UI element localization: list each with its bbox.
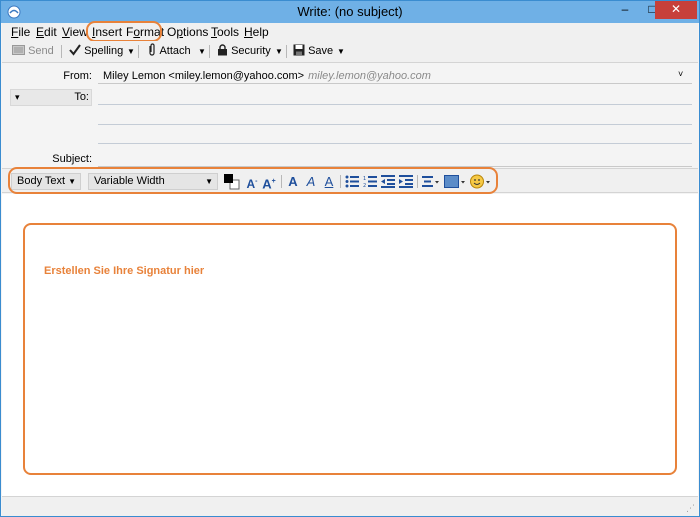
send-icon — [12, 45, 25, 55]
message-body[interactable]: Erstellen Sie Ihre Signatur hier — [2, 194, 698, 496]
spelling-dropdown[interactable]: ▼ — [126, 43, 136, 60]
subject-label: Subject: — [52, 153, 92, 165]
window-title: Write: (no subject) — [297, 4, 403, 19]
font-value: Variable Width — [94, 175, 165, 187]
bullet-list-icon[interactable] — [345, 175, 359, 188]
recipient-field-3[interactable] — [98, 143, 692, 144]
checkmark-icon — [69, 44, 81, 56]
status-bar: ⋰ — [2, 496, 698, 516]
menu-edit[interactable]: Edit — [36, 25, 57, 39]
resize-grip-icon[interactable]: ⋰ — [686, 503, 695, 514]
paperclip-icon — [149, 43, 155, 56]
close-button[interactable]: ✕ — [655, 1, 697, 19]
insert-image-icon[interactable] — [444, 175, 466, 188]
menu-help[interactable]: Help — [244, 25, 269, 39]
security-label: Security — [231, 45, 271, 57]
save-dropdown[interactable]: ▼ — [336, 43, 346, 60]
svg-text:1: 1 — [363, 176, 366, 182]
smiley-icon[interactable] — [470, 174, 492, 189]
from-divider — [98, 83, 692, 84]
chevron-down-icon: ▼ — [205, 177, 213, 186]
attach-dropdown[interactable]: ▼ — [197, 43, 207, 60]
title-bar: Write: (no subject) – □ ✕ — [1, 1, 699, 23]
signature-placeholder: Erstellen Sie Ihre Signatur hier — [44, 265, 205, 277]
save-button[interactable]: Save — [293, 43, 333, 60]
font-bigger-icon[interactable]: A+ — [261, 174, 277, 191]
signature-highlight-box: Erstellen Sie Ihre Signatur hier — [23, 223, 677, 475]
format-divider — [340, 175, 341, 188]
recipient-field-1[interactable] — [98, 104, 692, 105]
underline-icon[interactable]: A — [322, 174, 336, 189]
from-identity-hint: miley.lemon@yahoo.com — [308, 70, 431, 82]
align-icon[interactable] — [422, 175, 440, 188]
numbered-list-icon[interactable]: 1 2 — [363, 175, 377, 188]
recipient-field-2[interactable] — [98, 124, 692, 125]
spelling-label: Spelling — [84, 45, 124, 57]
recipient-type-label: To: — [74, 91, 89, 103]
security-dropdown[interactable]: ▼ — [274, 43, 284, 60]
svg-text:2: 2 — [363, 183, 366, 188]
toolbar-divider — [61, 45, 62, 58]
from-label: From: — [63, 70, 92, 82]
format-toolbar: Body Text ▼ Variable Width ▼ A- A+ A A A… — [2, 168, 698, 193]
paragraph-format-select[interactable]: Body Text ▼ — [11, 173, 81, 190]
chevron-down-icon[interactable]: ˅ — [678, 69, 683, 79]
chevron-down-icon: ▾ — [15, 92, 20, 102]
menu-view[interactable]: View — [62, 25, 88, 39]
send-label: Send — [28, 45, 54, 57]
menu-options[interactable]: Options — [167, 25, 208, 39]
chevron-down-icon: ▼ — [68, 177, 76, 186]
address-header: From: Miley Lemon <miley.lemon@yahoo.com… — [2, 62, 698, 168]
toolbar-divider — [209, 45, 210, 58]
outdent-icon[interactable] — [381, 175, 395, 188]
floppy-disk-icon — [293, 44, 305, 56]
indent-icon[interactable] — [399, 175, 413, 188]
toolbar-divider — [138, 45, 139, 58]
lock-icon — [218, 44, 227, 56]
paragraph-format-value: Body Text — [17, 175, 66, 187]
spelling-button[interactable]: Spelling — [69, 43, 123, 60]
bold-icon[interactable]: A — [286, 174, 300, 189]
attach-label: Attach — [159, 45, 191, 57]
compose-window: Write: (no subject) – □ ✕ File Edit View… — [0, 0, 700, 517]
menu-format[interactable]: Format — [126, 25, 164, 39]
format-divider — [417, 175, 418, 188]
save-label: Save — [308, 45, 334, 57]
menu-file[interactable]: File — [11, 25, 30, 39]
text-color-picker[interactable] — [223, 173, 240, 190]
menu-bar: File Edit View Insert Format Options Too… — [2, 23, 698, 41]
font-smaller-icon[interactable]: A- — [245, 174, 259, 191]
recipient-type-select[interactable]: ▾ To: — [10, 89, 92, 106]
compose-toolbar: Send Spelling ▼ Attach ▼ Security ▼ Save… — [2, 41, 698, 62]
toolbar-divider — [286, 45, 287, 58]
italic-icon[interactable]: A — [304, 174, 318, 189]
font-select[interactable]: Variable Width ▼ — [88, 173, 218, 190]
from-select[interactable]: Miley Lemon <miley.lemon@yahoo.com> miley… — [103, 70, 431, 82]
from-address: Miley Lemon <miley.lemon@yahoo.com> — [103, 70, 305, 82]
menu-insert[interactable]: Insert — [92, 25, 122, 39]
attach-button[interactable]: Attach — [147, 43, 191, 60]
minimize-button[interactable]: – — [611, 1, 639, 19]
security-button[interactable]: Security — [217, 43, 271, 60]
send-button[interactable]: Send — [12, 43, 54, 60]
format-divider — [281, 175, 282, 188]
menu-tools[interactable]: Tools — [211, 25, 239, 39]
subject-input[interactable] — [98, 166, 692, 167]
